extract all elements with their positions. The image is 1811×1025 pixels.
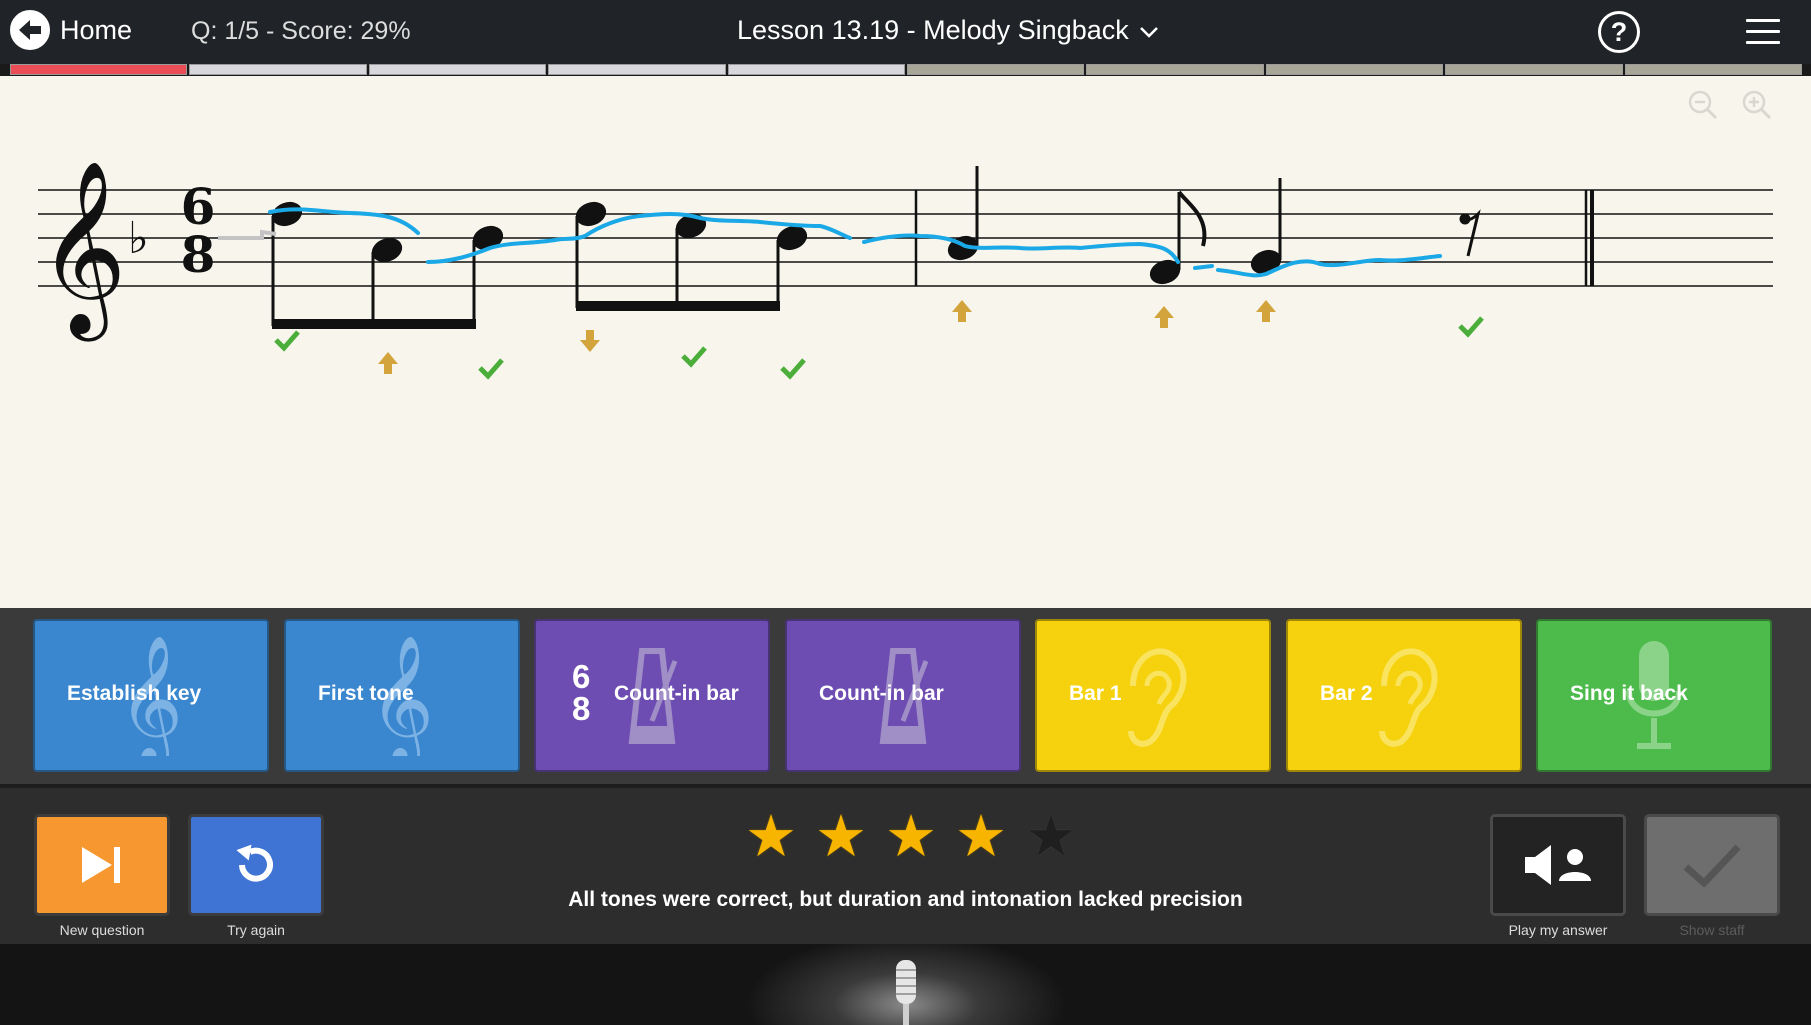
star-filled-icon: ★ [745, 804, 797, 869]
star-empty-icon: ★ [1025, 804, 1077, 869]
hamburger-menu-icon[interactable] [1746, 19, 1780, 44]
bar-1-label: Bar 1 [1069, 682, 1122, 705]
star-filled-icon: ★ [885, 804, 937, 869]
star-filled-icon: ★ [815, 804, 867, 869]
check-icon [274, 330, 300, 352]
progress-segment-pending [189, 64, 367, 75]
play-my-answer-button[interactable] [1490, 814, 1626, 916]
flat-icon: ♭ [128, 213, 149, 264]
count-in-bar-button-2[interactable]: Count-in bar [785, 619, 1021, 772]
count-in-bar-label-2: Count-in bar [819, 682, 944, 705]
show-staff-button[interactable] [1644, 814, 1780, 916]
retry-icon [236, 844, 273, 882]
play-my-answer-label: Play my answer [1508, 922, 1608, 938]
staff-area: 𝄞 ♭ 6 8 [0, 76, 1811, 608]
help-icon[interactable]: ? [1598, 11, 1640, 53]
show-staff-label: Show staff [1679, 922, 1745, 938]
time-sig-bottom: 8 [181, 225, 216, 284]
try-again-label: Try again [227, 922, 285, 938]
ear-icon [1128, 647, 1187, 747]
chevron-down-icon [1139, 15, 1159, 46]
establish-key-label: Establish key [67, 682, 202, 705]
back-arrow-icon [10, 10, 50, 50]
establish-key-button[interactable]: 𝄞 Establish key [33, 619, 269, 772]
sing-it-back-label: Sing it back [1570, 682, 1688, 705]
bar-1-button[interactable]: Bar 1 [1035, 619, 1271, 772]
progress-segment-pending [368, 64, 547, 75]
up-arrow-icon [1154, 306, 1174, 328]
rating-stars: ★ ★ ★ ★ ★ [745, 808, 1077, 866]
zoom-in-icon[interactable] [1742, 90, 1772, 120]
score-text: Q: 1/5 - Score: 29% [191, 17, 411, 45]
progress-segment-pending [548, 64, 726, 75]
zoom-out-icon[interactable] [1688, 90, 1718, 120]
check-icon [1683, 844, 1741, 887]
progress-segment-inactive [1445, 64, 1623, 75]
skip-next-icon [82, 847, 120, 883]
lesson-title-dropdown[interactable]: Lesson 13.19 - Melody Singback [737, 15, 1159, 46]
check-icon [1458, 316, 1484, 338]
up-arrow-icon [378, 352, 398, 374]
check-icon [780, 358, 806, 380]
count-in-bar-button-1[interactable]: 6 8 Count-in bar [534, 619, 770, 772]
control-panel: New question Try again ★ ★ ★ ★ ★ All tones w… [0, 784, 1811, 944]
time-signature: 6 8 [572, 658, 591, 727]
lesson-title: Lesson 13.19 - Melody Singback [737, 15, 1129, 45]
eighth-rest [1459, 209, 1481, 257]
progress-segment-inactive [1265, 64, 1444, 75]
exercise-buttons: 𝄞 Establish key 𝄞 First tone 6 8 Count-i… [0, 608, 1811, 784]
sing-it-back-button[interactable]: Sing it back [1536, 619, 1772, 772]
home-label: Home [60, 14, 133, 45]
eighth-note [1149, 190, 1207, 285]
bar-2-button[interactable]: Bar 2 [1286, 619, 1522, 772]
bar-2-label: Bar 2 [1320, 682, 1373, 705]
question-progress [10, 64, 1803, 76]
progress-segment-inactive [1624, 64, 1803, 75]
microphone-icon [896, 960, 916, 1025]
progress-segment-current [10, 64, 188, 75]
first-tone-button[interactable]: 𝄞 First tone [284, 619, 520, 772]
check-icon [681, 346, 707, 368]
ear-icon [1379, 647, 1438, 747]
music-staff: 𝄞 ♭ 6 8 [38, 160, 1773, 380]
microphone-strip [0, 944, 1811, 1025]
up-arrow-icon [952, 300, 972, 322]
treble-clef-icon: 𝄞 [38, 160, 127, 342]
progress-segment-pending [727, 64, 906, 75]
top-bar: Home Q: 1/5 - Score: 29% Lesson 13.19 - … [0, 0, 1811, 64]
progress-segment-inactive [1086, 64, 1264, 75]
up-arrow-icon [1256, 300, 1276, 322]
speaker-person-icon [1525, 845, 1591, 885]
first-tone-label: First tone [318, 682, 414, 705]
down-arrow-icon [580, 330, 600, 352]
new-question-label: New question [59, 922, 145, 938]
count-in-bar-label-1: Count-in bar [614, 682, 739, 705]
star-filled-icon: ★ [955, 804, 1007, 869]
lead-in-trace [218, 229, 277, 240]
check-icon [478, 358, 504, 380]
note-feedback-markers [274, 300, 1484, 380]
home-button[interactable]: Home [10, 10, 132, 50]
progress-segment-inactive [907, 64, 1085, 75]
quarter-note-2 [1250, 178, 1282, 275]
